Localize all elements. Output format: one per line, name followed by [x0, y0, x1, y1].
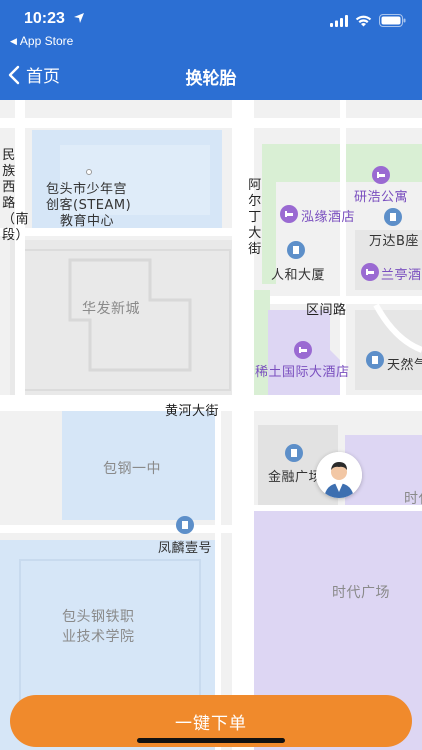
hotel-icon — [294, 341, 312, 359]
back-triangle-icon: ◀ — [10, 35, 17, 46]
area-label-baogang-yizhong: 包钢一中 — [103, 461, 161, 477]
status-back-to-app[interactable]: ◀ App Store — [10, 34, 73, 48]
status-time: 10:23 — [24, 10, 65, 27]
app-screen: 10:23 ◀ App Store 首页 换轮胎 民族西路（南段） 阿尔丁大街 … — [0, 0, 422, 750]
road-label-qujian: 区间路 — [306, 303, 347, 318]
building-icon — [384, 208, 402, 226]
poi-yanhao[interactable]: 研浩公寓 — [354, 186, 408, 205]
wifi-icon — [355, 15, 372, 26]
hotel-icon — [361, 263, 379, 281]
status-icons — [330, 14, 406, 27]
poi-renhe[interactable]: 人和大厦 — [271, 264, 325, 283]
header: 10:23 ◀ App Store 首页 换轮胎 — [0, 0, 422, 100]
poi-lanting[interactable]: 兰亭酒 — [381, 264, 422, 283]
building-icon — [366, 351, 384, 369]
user-avatar-icon — [316, 452, 362, 498]
road-label-minzu-west: 民族西路（南段） — [2, 148, 30, 243]
building-icon — [287, 241, 305, 259]
cellular-signal-icon — [330, 14, 348, 27]
road-label-huanghe: 黄河大街 — [165, 404, 220, 419]
status-back-label: App Store — [19, 34, 74, 48]
poi-dot-icon — [86, 169, 92, 175]
poi-youth-palace-line3[interactable]: 教育中心 — [60, 210, 114, 229]
poi-wanda[interactable]: 万达B座 — [369, 230, 419, 249]
page-title: 换轮胎 — [185, 69, 237, 89]
road-label-aerding: 阿尔丁大街 — [248, 178, 262, 257]
building-icon — [176, 516, 194, 534]
map-view[interactable]: 民族西路（南段） 阿尔丁大街 黄河大街 区间路 包头市少年宫 创客(STEAM)… — [0, 100, 422, 750]
area-label-times-square: 时代广场 — [332, 585, 390, 601]
area-label-times-edge: 时代 — [404, 491, 422, 507]
poi-xitu[interactable]: 稀土国际大酒店 — [255, 361, 350, 380]
poi-college-line1[interactable]: 包头钢铁职 — [62, 606, 135, 626]
building-icon — [285, 444, 303, 462]
location-arrow-icon — [74, 13, 84, 23]
battery-icon — [379, 14, 406, 27]
area-label-huafa: 华发新城 — [82, 301, 140, 317]
hotel-icon — [372, 166, 390, 184]
poi-fenglin[interactable]: 凤麟壹号 — [158, 537, 212, 556]
home-indicator — [137, 738, 285, 743]
poi-college-line2[interactable]: 业技术学院 — [62, 626, 135, 646]
poi-tianran[interactable]: 天然气 — [387, 354, 422, 373]
poi-hongyuan[interactable]: 泓缘酒店 — [301, 206, 355, 225]
user-location-avatar[interactable] — [316, 452, 362, 498]
hotel-icon — [280, 205, 298, 223]
poi-jinrong[interactable]: 金融广场 — [268, 466, 322, 485]
